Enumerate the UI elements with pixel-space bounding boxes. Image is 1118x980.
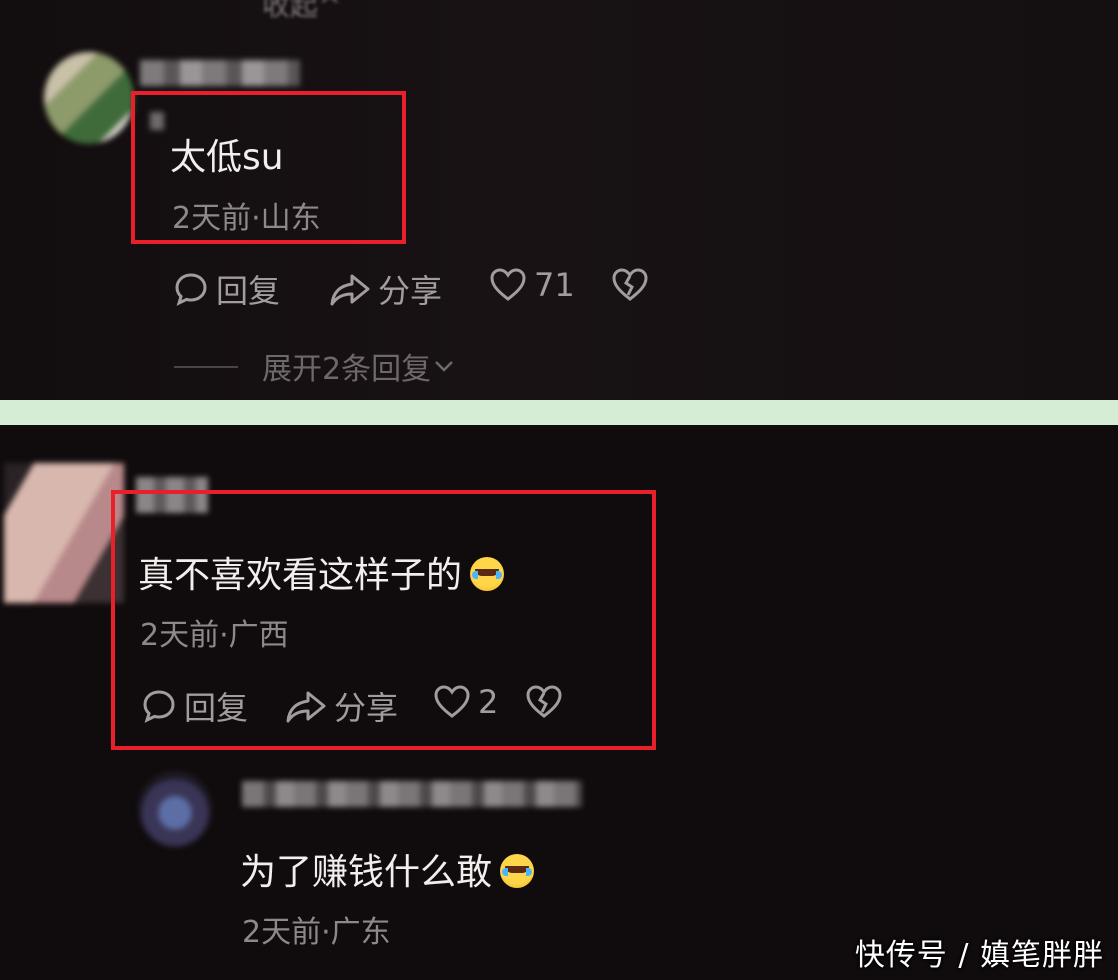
- reply-button[interactable]: 回复: [140, 683, 248, 729]
- share-label: 分享: [334, 689, 399, 727]
- like-button[interactable]: 71: [488, 266, 575, 304]
- dislike-button[interactable]: [610, 266, 656, 304]
- watermark: 快传号 / 嫃笔胖胖: [854, 938, 1104, 973]
- comment-panel-bottom: 真不喜欢看这样子的 2天前·广西 回复 分享 2 为了赚钱什么敢 2天前·广东: [0, 425, 1118, 980]
- username-redacted[interactable]: [140, 60, 300, 86]
- reply-username-redacted[interactable]: [242, 781, 582, 807]
- comment-meta: 2天前·山东: [172, 201, 321, 236]
- reply-text: 为了赚钱什么敢: [240, 843, 535, 895]
- comment-text: 太低su: [170, 137, 284, 178]
- reply-button[interactable]: 回复: [172, 266, 280, 312]
- like-count: 71: [534, 266, 575, 304]
- avatar[interactable]: [44, 52, 134, 144]
- comment-text-content: 真不喜欢看这样子的: [138, 555, 463, 596]
- share-arrow-icon: [330, 274, 370, 306]
- like-button[interactable]: 2: [432, 683, 498, 721]
- crying-laughing-emoji: [500, 854, 535, 888]
- heart-icon: [490, 268, 526, 301]
- reply-label: 回复: [216, 272, 281, 310]
- reply-text-content: 为了赚钱什么敢: [240, 852, 493, 893]
- comment-bubble-icon: [175, 273, 207, 306]
- share-button[interactable]: 分享: [328, 266, 442, 312]
- share-button[interactable]: 分享: [284, 683, 398, 729]
- image-divider: [0, 400, 1118, 425]
- comment-meta: 2天前·广西: [140, 618, 289, 653]
- collapse-text[interactable]: 收起^: [262, 0, 341, 24]
- reply-label: 回复: [184, 689, 249, 727]
- share-arrow-icon: [286, 691, 326, 723]
- broken-heart-icon: [526, 685, 562, 718]
- share-label: 分享: [378, 272, 443, 310]
- comment-panel-top: 收起^ 太低su 2天前·山东 回复 分享 71 展开2条回复: [0, 0, 1118, 400]
- expand-replies-button[interactable]: 展开2条回复: [262, 344, 457, 388]
- expand-replies-label: 展开2条回复: [262, 352, 432, 387]
- avatar[interactable]: [4, 463, 124, 603]
- comment-bubble-icon: [143, 690, 175, 723]
- expand-replies-line: [174, 366, 238, 368]
- comment-text: 真不喜欢看这样子的: [138, 546, 505, 598]
- reply-avatar[interactable]: [138, 771, 212, 847]
- dislike-button[interactable]: [524, 683, 570, 721]
- heart-icon: [434, 685, 470, 718]
- chevron-down-icon: [435, 361, 453, 372]
- broken-heart-icon: [612, 268, 648, 301]
- reply-meta: 2天前·广东: [242, 915, 391, 950]
- like-count: 2: [478, 683, 499, 721]
- crying-laughing-emoji: [470, 557, 505, 591]
